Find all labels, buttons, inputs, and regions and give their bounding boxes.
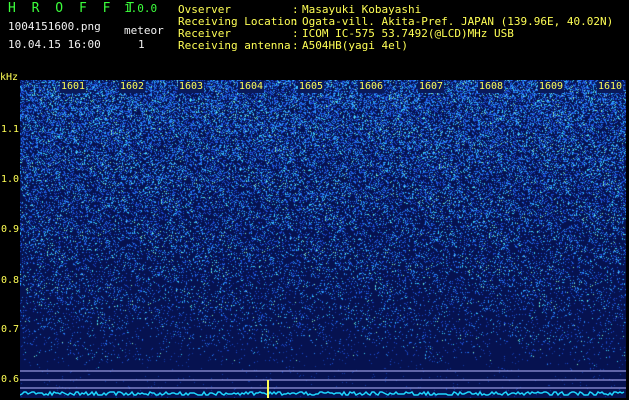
x-tick-label: 1604 — [238, 81, 265, 93]
signal-trace — [20, 390, 625, 397]
file-name: 1004151600.png — [8, 20, 101, 33]
info-separator: : — [292, 39, 299, 52]
timestamp: 10.04.15 16:00 — [8, 38, 101, 51]
y-tick-label: 0.8 — [1, 275, 20, 286]
x-tick-label: 1610 — [597, 81, 624, 93]
x-tick-label: 1606 — [358, 81, 385, 93]
y-tick-label: 0.7 — [1, 324, 20, 335]
spectrogram — [20, 80, 626, 398]
info-label: Receiving antenna — [178, 39, 291, 52]
y-tick-label: 1.1 — [1, 124, 20, 135]
x-tick-label: 1608 — [478, 81, 505, 93]
y-axis-unit: kHz — [0, 72, 19, 83]
x-tick-label: 1609 — [538, 81, 565, 93]
info-value: A504HB(yagi 4el) — [302, 39, 408, 52]
x-tick-label: 1602 — [119, 81, 146, 93]
meteor-count: 1 — [138, 38, 145, 51]
app-version: 1.0.0 — [124, 2, 158, 15]
spectrogram-overlay — [20, 370, 626, 398]
y-tick-label: 0.6 — [1, 374, 20, 385]
x-tick-label: 1607 — [418, 81, 445, 93]
y-tick-label: 0.9 — [1, 224, 20, 235]
y-tick-label: 1.0 — [1, 174, 20, 185]
x-tick-label: 1603 — [178, 81, 205, 93]
x-tick-label: 1605 — [298, 81, 325, 93]
meteor-label: meteor — [124, 24, 164, 37]
x-tick-label: 1601 — [60, 81, 87, 93]
app-title: H R O F F T — [8, 1, 139, 16]
